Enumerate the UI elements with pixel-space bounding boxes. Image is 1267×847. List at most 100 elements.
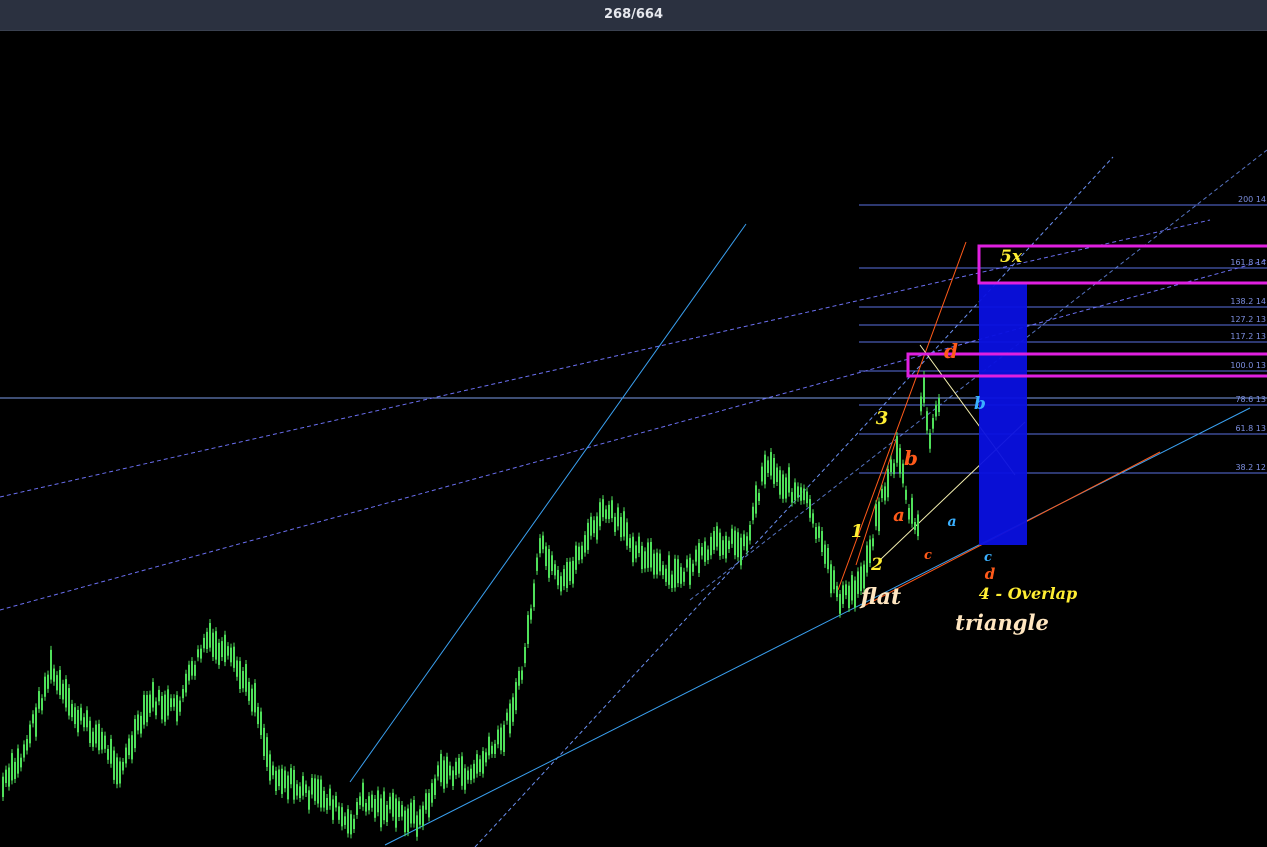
candle-body (92, 731, 94, 747)
wave-label-b: b (974, 394, 986, 414)
candle-body (539, 538, 541, 554)
candle-body (557, 569, 559, 586)
candle-body (323, 790, 325, 808)
candle-body (320, 779, 322, 808)
candle-body (233, 646, 235, 668)
candle-body (428, 793, 430, 818)
candle-body (644, 551, 646, 569)
candle-body (779, 470, 781, 495)
candle-body (374, 798, 376, 818)
candle-body (29, 724, 31, 744)
candle-body (281, 768, 283, 794)
projection-box (979, 283, 1027, 545)
candle-body (332, 799, 334, 820)
candle-body (101, 731, 103, 750)
candle-body (77, 709, 79, 733)
candle-body (113, 750, 115, 780)
candle-body (506, 712, 508, 721)
candle-body (797, 486, 799, 498)
fib-label-38.2: 38.2 12 (1235, 463, 1266, 472)
wave-label-5x: 5x (1000, 247, 1023, 267)
candle-body (350, 814, 352, 835)
candle-body (725, 535, 727, 559)
candle-body (137, 714, 139, 731)
candle-body (566, 562, 568, 588)
candle-body (662, 565, 664, 576)
price-chart[interactable]: 200 14 161.8 14 138.2 14 127.2 13 117.2 13 10… (0, 0, 1267, 847)
wave-label-c: c (984, 550, 992, 565)
candle-body (824, 544, 826, 564)
candle-body (440, 753, 442, 783)
candle-body (194, 664, 196, 676)
candle-body (56, 675, 58, 691)
candle-body (413, 799, 415, 824)
candle-body (302, 776, 304, 796)
candle-body (407, 808, 409, 833)
candle-body (530, 608, 532, 620)
candle-body (386, 804, 388, 823)
candle-body (317, 779, 319, 804)
candle-body (134, 719, 136, 749)
candle-body (110, 738, 112, 764)
candle-body (218, 642, 220, 665)
candle-body (167, 689, 169, 716)
candle-body (185, 673, 187, 693)
candle-body (740, 537, 742, 566)
candle-body (755, 485, 757, 514)
candle-body (44, 676, 46, 697)
candle-body (467, 770, 469, 780)
candle-body (38, 691, 40, 709)
candle-body (299, 786, 301, 799)
candle-body (449, 765, 451, 776)
candle-body (35, 707, 37, 737)
candle-body (584, 535, 586, 553)
candle-body (401, 805, 403, 817)
candle-body (551, 555, 553, 572)
wave-label-2: 2 (870, 555, 883, 575)
candle-body (896, 436, 898, 463)
candle-body (47, 674, 49, 689)
candle-body (443, 760, 445, 789)
candle-body (536, 557, 538, 571)
candle-body (50, 649, 52, 680)
candle-body (923, 374, 925, 403)
candle-body (674, 558, 676, 588)
candle-body (509, 703, 511, 734)
candle-body (53, 668, 55, 682)
candle-body (707, 549, 709, 561)
candle-body (389, 796, 391, 810)
candle-body (98, 723, 100, 751)
candle-body (851, 575, 853, 601)
candle-body (812, 513, 814, 524)
steep-trend-line (349, 223, 747, 783)
candle-body (497, 729, 499, 745)
candle-body (815, 527, 817, 539)
candle-body (650, 541, 652, 568)
candle-body (395, 798, 397, 828)
annotation-label: flat (859, 584, 901, 610)
candle-body (230, 647, 232, 663)
candle-body (128, 738, 130, 756)
candle-body (500, 727, 502, 751)
candle-body (122, 761, 124, 771)
candle-body (563, 569, 565, 587)
candles (2, 370, 940, 841)
candle-body (242, 671, 244, 689)
candle-body (575, 545, 577, 570)
candle-body (830, 564, 832, 594)
candle-body (461, 756, 463, 786)
candle-body (926, 411, 928, 431)
candle-body (932, 417, 934, 429)
candle-body (752, 506, 754, 521)
candle-body (305, 784, 307, 793)
candle-body (41, 698, 43, 711)
candle-body (608, 504, 610, 520)
candle-body (887, 469, 889, 498)
candle-body (368, 796, 370, 811)
candle-body (800, 487, 802, 501)
candle-body (854, 580, 856, 608)
candle-body (734, 530, 736, 556)
candle-body (179, 700, 181, 712)
candle-body (878, 501, 880, 532)
wave-label-c: c (924, 548, 932, 563)
